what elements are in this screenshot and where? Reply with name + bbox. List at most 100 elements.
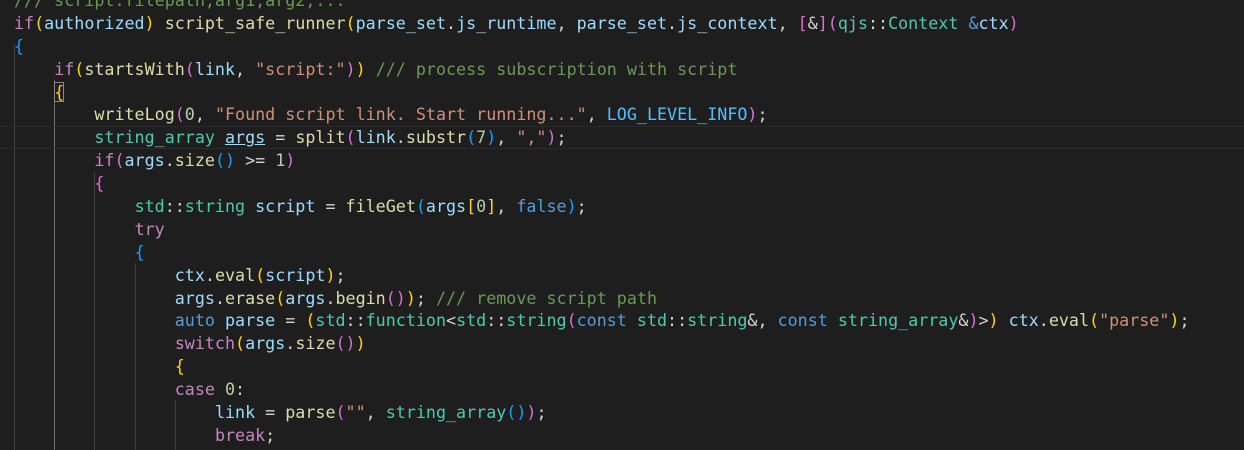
code-line[interactable]: try (0, 218, 1244, 241)
code-token: >= (235, 150, 276, 171)
code-token: > (978, 310, 989, 331)
code-token: substr (405, 127, 467, 148)
code-token: ( (566, 310, 577, 331)
code-token: :: (667, 310, 688, 331)
code-token: { (134, 241, 145, 262)
code-token: = (265, 127, 296, 148)
code-token: . (446, 12, 457, 33)
code-token: if (14, 12, 35, 33)
code-line[interactable]: { (0, 172, 1244, 195)
code-token: ( (415, 196, 426, 217)
code-token: . (325, 287, 336, 308)
code-token: , (365, 402, 386, 423)
code-token: ( (255, 264, 266, 285)
code-token: parse (224, 310, 276, 331)
code-token: if (94, 150, 115, 171)
code-token: std (456, 310, 487, 331)
code-token: args (124, 150, 165, 171)
code-line[interactable]: { (0, 241, 1244, 264)
code-token: qjs (837, 12, 868, 33)
code-line[interactable]: /// script:filepath,arg1,arg2,... (0, 0, 1244, 12)
code-token: . (164, 150, 175, 171)
code-token: switch (174, 333, 236, 354)
code-line[interactable]: { (0, 81, 1244, 104)
code-token: ) (285, 150, 296, 171)
code-token: ctx (174, 264, 205, 285)
code-token: ( (1089, 310, 1100, 331)
code-token: < (446, 310, 457, 331)
code-token: ctx (978, 12, 1009, 33)
code-line[interactable]: if(authorized) script_safe_runner(parse_… (0, 12, 1244, 35)
code-line[interactable]: args.erase(args.begin()); /// remove scr… (0, 287, 1244, 310)
code-token: std (134, 196, 165, 217)
code-token: ) (325, 264, 336, 285)
code-token: { (94, 173, 105, 194)
code-token: :: (867, 12, 889, 33)
code-token: const (777, 310, 828, 331)
code-token: ; (576, 196, 587, 217)
code-token: false (516, 196, 567, 217)
code-line[interactable]: link = parse("", string_array()); (0, 401, 1244, 424)
code-token: script (255, 196, 316, 217)
code-token: js_runtime (456, 12, 557, 33)
code-line[interactable]: writeLog(0, "Found script link. Start ru… (0, 103, 1244, 126)
code-line[interactable]: ctx.eval(script); (0, 264, 1244, 287)
code-line[interactable]: case 0: (0, 378, 1244, 401)
code-token: ( (466, 127, 477, 148)
code-line[interactable]: { (0, 35, 1244, 58)
code-token: "parse" (1099, 310, 1170, 331)
code-line[interactable]: if(startsWith(link, "script:")) /// proc… (0, 58, 1244, 81)
code-token: fileGet (345, 196, 416, 217)
code-line[interactable]: if(args.size() >= 1) (0, 149, 1244, 172)
code-lines[interactable]: /// script:filepath,arg1,arg2,... if(auth… (0, 0, 1244, 450)
code-token: ) (144, 12, 155, 33)
code-token: :: (345, 310, 366, 331)
code-token: ( (34, 12, 45, 33)
code-token: string (687, 310, 748, 331)
code-token: string (506, 310, 567, 331)
code-line[interactable]: { (0, 355, 1244, 378)
code-token: . (1038, 310, 1049, 331)
code-token: 0 (224, 379, 236, 400)
code-line[interactable]: break; (0, 424, 1244, 447)
code-token: ) (355, 333, 366, 354)
code-token: :: (486, 310, 507, 331)
code-token: ( (335, 402, 346, 423)
code-token: eval (1048, 310, 1090, 331)
code-token: ) (1008, 12, 1019, 33)
code-token: ( (174, 104, 185, 125)
code-token: = (315, 196, 346, 217)
code-token: { (174, 356, 185, 377)
code-token: ; (415, 287, 436, 308)
code-token: , (496, 127, 517, 148)
code-token: args (285, 287, 326, 308)
code-line[interactable]: std::string script = fileGet(args[0], fa… (0, 195, 1244, 218)
code-token: . (667, 12, 678, 33)
code-token: ] (486, 196, 497, 217)
code-token: erase (224, 287, 276, 308)
code-token: begin (335, 287, 386, 308)
code-token: ) (546, 127, 557, 148)
code-token: args (425, 196, 467, 217)
code-editor[interactable]: /// script:filepath,arg1,arg2,... if(auth… (0, 0, 1244, 450)
code-line[interactable]: string_array args = split(link.substr(7)… (0, 126, 1244, 149)
code-token: "," (516, 127, 547, 148)
code-token: ( (74, 58, 85, 79)
code-line[interactable]: switch(args.size()) (0, 332, 1244, 355)
code-token: &, (747, 310, 778, 331)
code-token: "" (345, 402, 366, 423)
code-token: ( (345, 127, 356, 148)
code-token: : (235, 379, 246, 400)
code-line[interactable]: auto parse = (std::function<std::string(… (0, 309, 1244, 332)
